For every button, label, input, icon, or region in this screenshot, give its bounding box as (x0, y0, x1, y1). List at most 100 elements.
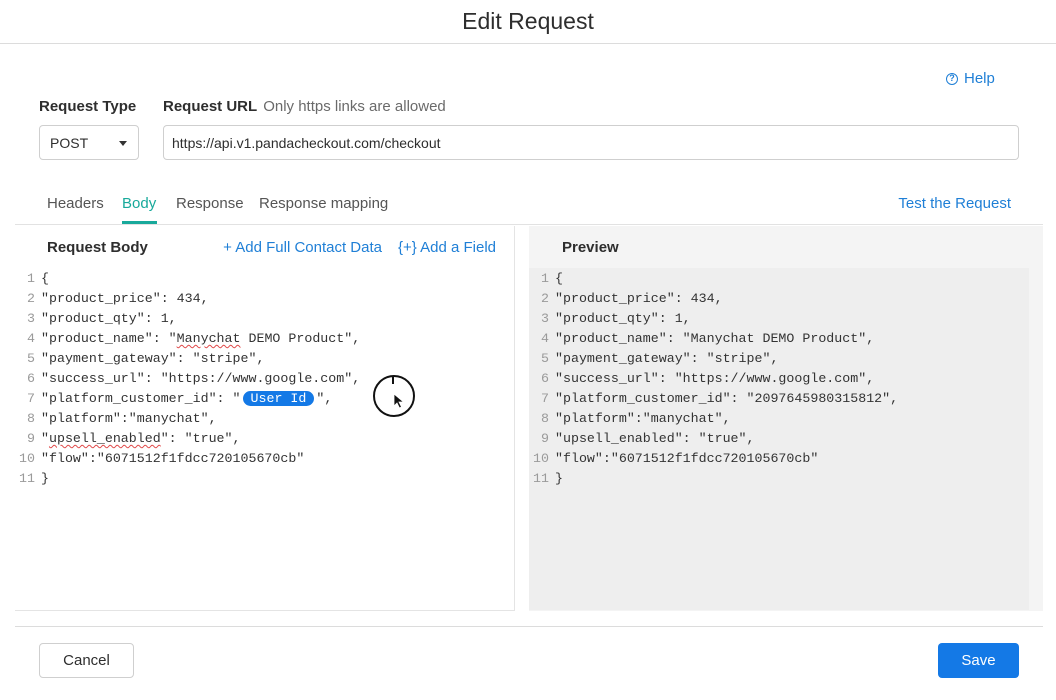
line-number: 1 (27, 271, 35, 286)
code-text: "product_price": 434, (41, 291, 209, 306)
code-line[interactable]: 5 "payment_gateway": "stripe", (15, 349, 360, 369)
line-number: 10 (19, 451, 35, 466)
line-number: 6 (27, 371, 35, 386)
preview-line: 9 "upsell_enabled": "true", (529, 429, 898, 449)
footer-divider (15, 626, 1043, 627)
code-text: "product_name": "Manychat DEMO Product", (41, 331, 361, 346)
preview-line: 4 "product_name": "Manychat DEMO Product"… (529, 329, 898, 349)
code-text: "platform":"manychat", (41, 411, 217, 426)
preview-line: 3 "product_qty": 1, (529, 309, 898, 329)
line-number: 8 (27, 411, 35, 426)
spellcheck-word: upsell_enabled (48, 431, 161, 446)
caret-down-icon (119, 141, 127, 146)
line-number: 10 (533, 451, 549, 466)
preview-text: } (555, 471, 563, 486)
preview-text: "flow":"6071512f1fdcc720105670cb" (555, 451, 819, 466)
add-full-contact-link[interactable]: + Add Full Contact Data (223, 239, 382, 256)
line-number: 9 (541, 431, 549, 446)
line-number: 11 (19, 471, 35, 486)
preview-line: 11} (529, 469, 898, 489)
code-line[interactable]: 8 "platform":"manychat", (15, 409, 360, 429)
code-text: "upsell_enabled": "true", (41, 431, 241, 446)
save-button[interactable]: Save (938, 643, 1019, 678)
request-type-value: POST (50, 134, 89, 151)
preview-text: "product_price": 434, (555, 291, 723, 306)
code-line[interactable]: 7 "platform_customer_id": " User Id ", (15, 389, 360, 409)
line-number: 3 (541, 311, 549, 326)
code-line[interactable]: 1{ (15, 269, 360, 289)
test-request-link[interactable]: Test the Request (898, 195, 1011, 212)
line-number: 5 (541, 351, 549, 366)
code-line[interactable]: 9 "upsell_enabled": "true", (15, 429, 360, 449)
active-tab-indicator (122, 221, 157, 224)
preview-title: Preview (562, 239, 619, 256)
line-number: 7 (27, 391, 35, 406)
help-link[interactable]: ? Help (946, 70, 995, 87)
spellcheck-word: Manychat (176, 331, 241, 346)
preview-line: 8 "platform":"manychat", (529, 409, 898, 429)
code-text: { (41, 271, 49, 286)
code-text: } (41, 471, 49, 486)
line-number: 5 (27, 351, 35, 366)
tab-body[interactable]: Body (122, 195, 156, 212)
preview-text: "platform":"manychat", (555, 411, 731, 426)
line-number: 2 (27, 291, 35, 306)
help-label: Help (964, 70, 995, 87)
tab-headers[interactable]: Headers (47, 195, 104, 212)
code-line[interactable]: 3 "product_qty": 1, (15, 309, 360, 329)
preview-code: 1{2 "product_price": 434, 3 "product_qty": … (529, 269, 898, 489)
code-text: "payment_gateway": "stripe", (41, 351, 265, 366)
request-url-hint: Only https links are allowed (263, 98, 446, 115)
preview-line: 1{ (529, 269, 898, 289)
tab-response[interactable]: Response (176, 195, 244, 212)
line-number: 4 (541, 331, 549, 346)
request-body-editor[interactable]: 1{2 "product_price": 434, 3 "product_qty": … (15, 269, 360, 489)
cancel-button[interactable]: Cancel (39, 643, 134, 678)
code-line[interactable]: 6 "success_url": "https://www.google.com"… (15, 369, 360, 389)
code-text: "success_url": "https://www.google.com", (41, 371, 361, 386)
line-number: 2 (541, 291, 549, 306)
dialog-title: Edit Request (462, 8, 594, 34)
tab-response-mapping[interactable]: Response mapping (259, 195, 388, 212)
request-type-select[interactable]: POST (39, 125, 139, 160)
question-circle-icon: ? (946, 72, 958, 85)
preview-text: { (555, 271, 563, 286)
add-field-link[interactable]: {+} Add a Field (398, 239, 496, 256)
code-line[interactable]: 11} (15, 469, 360, 489)
preview-text: "product_qty": 1, (555, 311, 691, 326)
code-text: "product_qty": 1, (41, 311, 177, 326)
preview-line: 2 "product_price": 434, (529, 289, 898, 309)
code-text: "flow":"6071512f1fdcc720105670cb" (41, 451, 305, 466)
request-tabs: Headers Body Response Response mapping T… (15, 186, 1043, 225)
request-body-panel: Request Body + Add Full Contact Data {+}… (15, 226, 515, 611)
request-url-label: Request URL Only https links are allowed (163, 98, 446, 115)
request-body-title: Request Body (47, 239, 148, 256)
line-number: 9 (27, 431, 35, 446)
request-url-label-text: Request URL (163, 98, 258, 115)
preview-text: "payment_gateway": "stripe", (555, 351, 779, 366)
preview-text: "platform_customer_id": "209764598031581… (555, 391, 899, 406)
line-number: 1 (541, 271, 549, 286)
code-line[interactable]: 2 "product_price": 434, (15, 289, 360, 309)
preview-text: "success_url": "https://www.google.com", (555, 371, 875, 386)
line-number: 11 (533, 471, 549, 486)
line-number: 3 (27, 311, 35, 326)
preview-line: 10 "flow":"6071512f1fdcc720105670cb" (529, 449, 898, 469)
user-id-field-pill[interactable]: User Id (242, 391, 315, 406)
preview-line: 6 "success_url": "https://www.google.com"… (529, 369, 898, 389)
line-number: 7 (541, 391, 549, 406)
add-data-links: + Add Full Contact Data {+} Add a Field (223, 239, 496, 256)
code-line[interactable]: 4 "product_name": "Manychat DEMO Product"… (15, 329, 360, 349)
line-number: 6 (541, 371, 549, 386)
code-text: "platform_customer_id": " User Id ", (41, 391, 333, 406)
preview-line: 5 "payment_gateway": "stripe", (529, 349, 898, 369)
code-line[interactable]: 10 "flow":"6071512f1fdcc720105670cb" (15, 449, 360, 469)
request-url-input[interactable] (163, 125, 1019, 160)
request-type-label: Request Type (39, 98, 137, 115)
preview-text: "upsell_enabled": "true", (555, 431, 755, 446)
preview-text: "product_name": "Manychat DEMO Product", (555, 331, 875, 346)
preview-panel: Preview 1{2 "product_price": 434, 3 "produc… (529, 226, 1043, 611)
preview-line: 7 "platform_customer_id": "20976459803158… (529, 389, 898, 409)
line-number: 4 (27, 331, 35, 346)
dialog-header: Edit Request (0, 0, 1056, 44)
